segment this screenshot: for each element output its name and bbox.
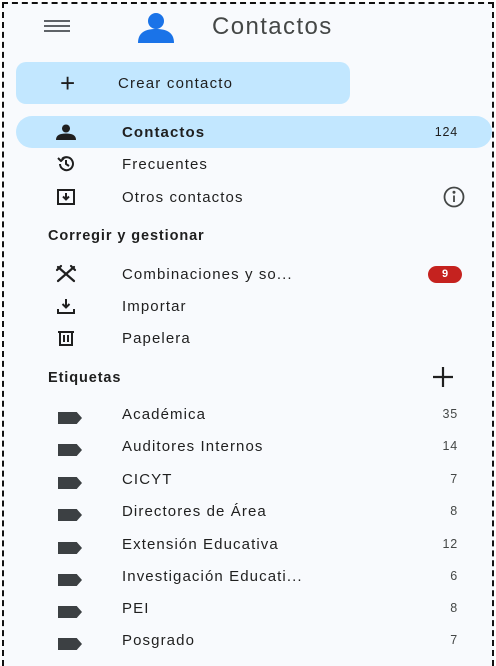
- info-icon[interactable]: [442, 185, 466, 214]
- label-item-directores[interactable]: Directores de Área 8: [16, 495, 492, 527]
- nav-item-label: Combinaciones y so...: [122, 266, 293, 283]
- nav-item-otros-contactos[interactable]: Otros contactos: [16, 181, 492, 213]
- label-item-count: 8: [450, 504, 458, 518]
- nav-item-contactos[interactable]: Contactos 124: [16, 116, 492, 148]
- add-label-plus-icon[interactable]: [428, 364, 458, 390]
- label-item-name: Directores de Área: [122, 503, 267, 520]
- label-item-auditores[interactable]: Auditores Internos 14: [16, 430, 492, 462]
- nav-item-count: 124: [434, 125, 458, 139]
- label-item-count: 6: [450, 569, 458, 583]
- nav-item-combinaciones[interactable]: Combinaciones y so... 9: [16, 258, 492, 290]
- person-icon: [54, 122, 78, 142]
- label-item-name: Académica: [122, 406, 207, 423]
- download-box-icon: [54, 187, 78, 207]
- label-item-posgrado[interactable]: Posgrado 7: [16, 624, 492, 656]
- create-contact-button[interactable]: + Crear contacto: [16, 62, 350, 104]
- label-item-name: Auditores Internos: [122, 438, 264, 455]
- section-title-manage: Corregir y gestionar: [48, 228, 205, 244]
- label-item-academica[interactable]: Académica 35: [16, 398, 492, 430]
- label-item-count: 7: [450, 472, 458, 486]
- nav-item-label: Otros contactos: [122, 189, 244, 206]
- contacts-logo-icon: [138, 13, 174, 43]
- label-tag-icon: [58, 570, 82, 590]
- label-item-cicyt[interactable]: CICYT 7: [16, 463, 492, 495]
- trash-icon: [54, 328, 78, 348]
- app-frame: Contactos + Crear contacto Contactos 124…: [2, 2, 494, 666]
- nav-item-papelera[interactable]: Papelera: [16, 322, 492, 354]
- nav-item-frecuentes[interactable]: Frecuentes: [16, 148, 492, 180]
- label-item-count: 35: [442, 407, 458, 421]
- nav-item-importar[interactable]: Importar: [16, 290, 492, 322]
- label-item-name: Investigación Educati...: [122, 568, 303, 585]
- label-item-name: Extensión Educativa: [122, 536, 279, 553]
- label-item-name: Posgrado: [122, 632, 196, 649]
- label-tag-icon: [58, 538, 82, 558]
- section-title-labels: Etiquetas: [48, 370, 122, 386]
- label-tag-icon: [58, 440, 82, 460]
- nav-item-label: Papelera: [122, 330, 191, 347]
- label-item-count: 8: [450, 601, 458, 615]
- nav-item-label: Frecuentes: [122, 156, 209, 173]
- label-tag-icon: [58, 602, 82, 622]
- label-tag-icon: [58, 408, 82, 428]
- label-tag-icon: [58, 505, 82, 525]
- app-header: Contactos: [4, 4, 492, 54]
- label-item-next[interactable]: [16, 656, 492, 666]
- history-icon: [54, 154, 78, 174]
- label-item-pei[interactable]: PEI 8: [16, 592, 492, 624]
- label-tag-icon: [58, 634, 82, 654]
- label-item-name: CICYT: [122, 471, 173, 488]
- tools-icon: [54, 264, 78, 284]
- create-contact-label: Crear contacto: [118, 75, 234, 92]
- merge-count-badge: 9: [428, 266, 462, 283]
- label-item-count: 12: [442, 537, 458, 551]
- label-item-count: 14: [442, 439, 458, 453]
- plus-icon: +: [60, 68, 76, 98]
- nav-item-label: Contactos: [122, 124, 206, 141]
- label-item-investigacion[interactable]: Investigación Educati... 6: [16, 560, 492, 592]
- hamburger-menu-icon[interactable]: [44, 20, 70, 36]
- nav-item-label: Importar: [122, 298, 187, 315]
- import-icon: [54, 296, 78, 316]
- label-item-name: PEI: [122, 600, 150, 617]
- app-title: Contactos: [212, 13, 333, 40]
- label-tag-icon: [58, 473, 82, 493]
- label-item-extension[interactable]: Extensión Educativa 12: [16, 528, 492, 560]
- label-item-count: 7: [450, 633, 458, 647]
